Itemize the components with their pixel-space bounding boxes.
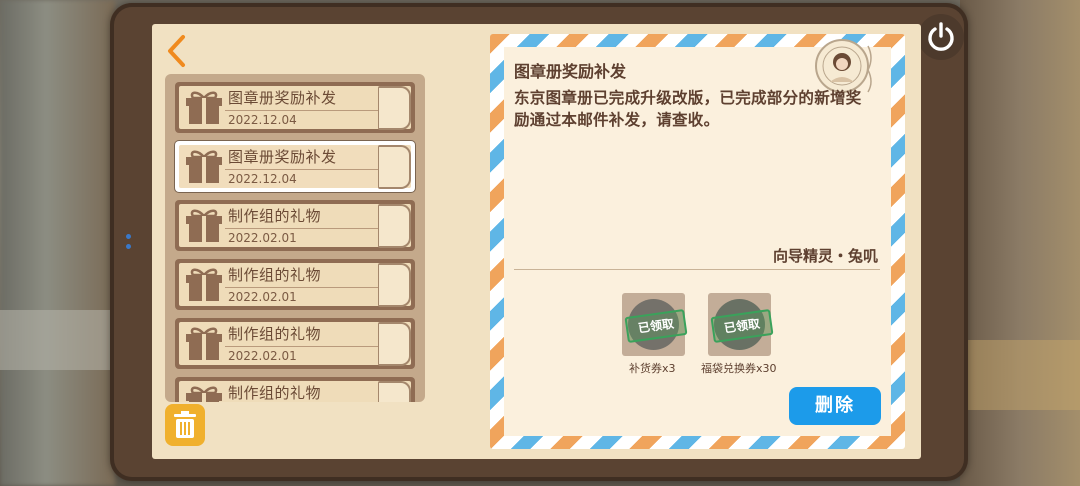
power-icon (928, 22, 954, 51)
mail-date: 2022.02.01 (228, 231, 297, 245)
mail-list[interactable]: 图章册奖励补发 2022.12.04 图章册奖励补发 2022.12.04 制作… (165, 74, 425, 402)
envelope-flap (378, 86, 411, 130)
power-button[interactable] (918, 14, 964, 60)
mail-list-item[interactable]: 图章册奖励补发 2022.12.04 (175, 82, 415, 133)
mail-date: 2022.02.01 (228, 349, 297, 363)
letter-title: 图章册奖励补发 (514, 62, 627, 81)
envelope-flap (378, 322, 411, 366)
gift-icon (186, 327, 222, 360)
envelope-flap (378, 204, 411, 248)
mail-title: 图章册奖励补发 (228, 148, 337, 166)
envelope-flap (378, 381, 411, 402)
mail-title: 制作组的礼物 (228, 266, 322, 284)
mail-date: 2022.02.01 (228, 290, 297, 304)
mail-title: 制作组的礼物 (228, 384, 322, 402)
mail-list-item[interactable]: 制作组的礼物 2022.02.01 (175, 200, 415, 251)
mail-title: 制作组的礼物 (228, 325, 322, 343)
reward-label: 福袋兑换券x30 (701, 362, 777, 375)
mail-list-item[interactable]: 制作组的礼物 (175, 377, 415, 402)
delete-all-button[interactable] (165, 404, 205, 446)
background-left (0, 0, 115, 486)
mail-list-item[interactable]: 制作组的礼物 2022.02.01 (175, 318, 415, 369)
gift-icon (186, 91, 222, 124)
back-button[interactable] (163, 33, 191, 69)
mail-date: 2022.12.04 (228, 172, 297, 186)
reward-label: 补货券x3 (629, 362, 676, 375)
chevron-left-icon (168, 35, 185, 67)
gift-icon (186, 209, 222, 242)
divider (514, 269, 880, 270)
letter-body: 东京图章册已完成升级改版，已完成部分的新增奖励通过本邮件补发，请查收。 (514, 89, 862, 129)
mail-date: 2022.12.04 (228, 113, 297, 127)
background-shelf-right (962, 340, 1080, 410)
gift-icon (186, 268, 222, 301)
reward-item[interactable]: 已领取 (708, 293, 774, 356)
envelope-flap (378, 263, 411, 307)
trash-icon (174, 411, 196, 438)
tablet-indicator-dot (126, 234, 131, 239)
delete-button[interactable]: 删除 (789, 387, 881, 425)
reward-item[interactable]: 已领取 (622, 293, 688, 356)
envelope-flap (378, 145, 411, 189)
mail-list-item[interactable]: 制作组的礼物 2022.02.01 (175, 259, 415, 310)
tablet-indicator-dot (126, 244, 131, 249)
postmark-stamp-icon (815, 39, 872, 93)
background-right (960, 0, 1080, 486)
mail-list-item-selected[interactable]: 图章册奖励补发 2022.12.04 (175, 141, 415, 192)
background-shelf (0, 310, 115, 370)
gift-icon (186, 150, 222, 183)
mail-title: 图章册奖励补发 (228, 89, 337, 107)
mail-title: 制作组的礼物 (228, 207, 322, 225)
letter-signature: 向导精灵・兔叽 (772, 247, 878, 265)
gift-icon (186, 386, 222, 402)
